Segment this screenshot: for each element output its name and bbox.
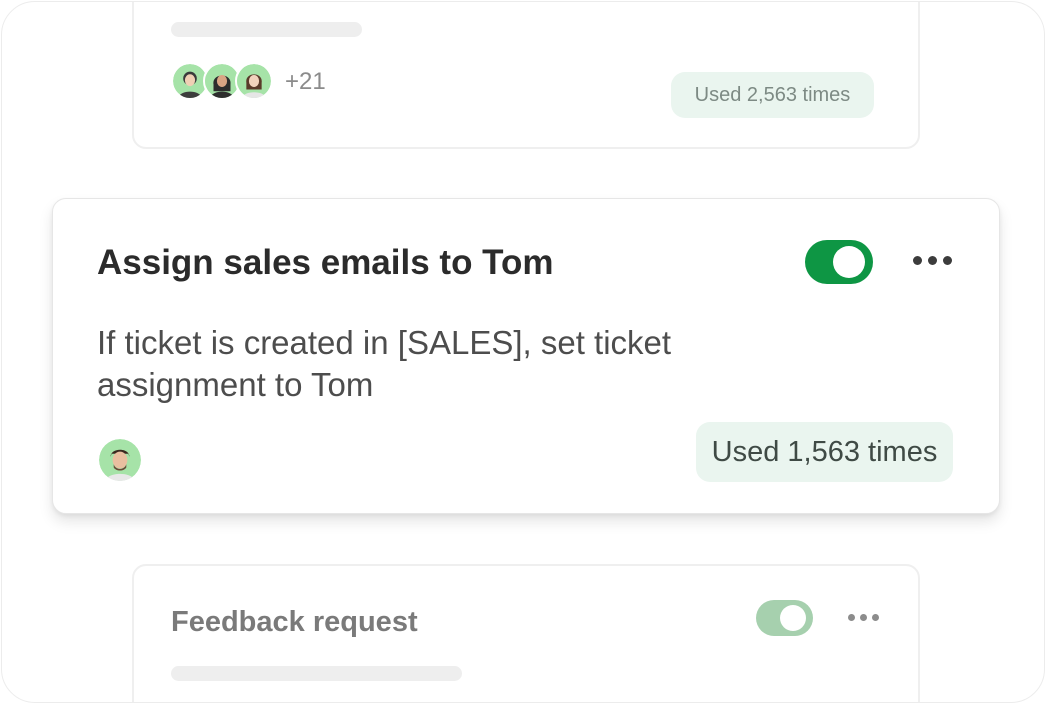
user-avatar [235,62,273,100]
rule-card-assign-sales[interactable]: Assign sales emails to Tom If ticket is … [52,198,1000,514]
usage-badge: Used 2,563 times [671,72,874,118]
usage-badge: Used 1,563 times [696,422,953,482]
rule-description: If ticket is created in [SALES], set tic… [97,324,672,403]
assignee-avatar [97,437,143,483]
toggle-knob [833,246,865,278]
rule-title: Assign sales emails to Tom [97,243,554,282]
rule-enabled-toggle[interactable] [756,600,813,636]
automation-rules-panel: +21 Used 2,563 times Assign sales emails… [1,1,1045,703]
title-placeholder [171,22,362,37]
description-placeholder [171,666,462,681]
rule-enabled-toggle[interactable] [805,240,873,284]
rule-title: Feedback request [171,606,418,638]
participant-count: +21 [285,68,326,95]
more-options-icon[interactable] [913,256,952,265]
more-options-icon[interactable] [848,614,879,621]
toggle-knob [780,605,806,631]
